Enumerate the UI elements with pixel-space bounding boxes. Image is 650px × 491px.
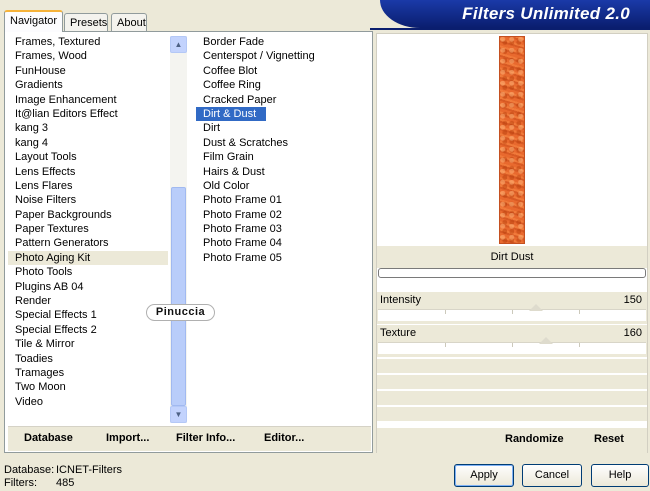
preview-area: [377, 34, 647, 246]
category-item[interactable]: Special Effects 2: [8, 323, 168, 337]
category-item[interactable]: Photo Tools: [8, 265, 168, 279]
scroll-up-button[interactable]: ▲: [170, 36, 187, 53]
preview-filter-name: Dirt Dust: [377, 246, 647, 268]
category-item[interactable]: Image Enhancement: [8, 93, 168, 107]
database-label: Database:: [4, 464, 55, 476]
randomize-button[interactable]: Randomize: [505, 433, 564, 445]
filter-item[interactable]: Photo Frame 03: [196, 222, 366, 236]
category-scrollbar[interactable]: ▲ ▼: [170, 36, 187, 423]
category-item[interactable]: Special Effects 1: [8, 308, 168, 322]
category-item[interactable]: Pattern Generators: [8, 236, 168, 250]
tab-navigator[interactable]: Navigator: [4, 10, 63, 32]
filter-info-button[interactable]: Filter Info...: [176, 432, 235, 444]
category-item[interactable]: Noise Filters: [8, 193, 168, 207]
filters-label: Filters:: [4, 477, 37, 489]
filter-item[interactable]: Photo Frame 01: [196, 193, 366, 207]
status-filters: Filters: 485: [4, 477, 74, 489]
database-button[interactable]: Database: [24, 432, 73, 444]
filter-item[interactable]: Dirt: [196, 121, 366, 135]
category-item[interactable]: Render: [8, 294, 168, 308]
category-list[interactable]: Frames, Textured Frames, Wood FunHouse Grad…: [8, 35, 168, 415]
filter-item[interactable]: Cracked Paper: [196, 93, 366, 107]
empty-param-row: [377, 407, 647, 422]
filter-item[interactable]: Centerspot / Vignetting: [196, 49, 366, 63]
intensity-slider[interactable]: [378, 304, 646, 321]
category-item[interactable]: Tile & Mirror: [8, 337, 168, 351]
scroll-thumb[interactable]: [171, 187, 186, 406]
filter-item[interactable]: Dirt & Dust: [196, 106, 266, 122]
category-item[interactable]: kang 3: [8, 121, 168, 135]
watermark-badge: Pinuccia: [146, 304, 215, 321]
category-item[interactable]: It@lian Editors Effect: [8, 107, 168, 121]
category-item[interactable]: kang 4: [8, 136, 168, 150]
app-banner: Filters Unlimited 2.0: [380, 0, 650, 28]
filter-item[interactable]: Photo Frame 04: [196, 236, 366, 250]
texture-slider-thumb[interactable]: [539, 337, 554, 344]
scroll-down-button[interactable]: ▼: [170, 406, 187, 423]
tab-presets[interactable]: Presets: [64, 13, 108, 31]
filter-item[interactable]: Film Grain: [196, 150, 366, 164]
help-button[interactable]: Help: [591, 464, 649, 487]
texture-value: 160: [623, 327, 642, 339]
filters-count: 485: [56, 477, 75, 489]
intensity-control: Intensity 150: [377, 292, 647, 324]
category-item[interactable]: Photo Aging Kit: [8, 250, 168, 266]
editor-button[interactable]: Editor...: [264, 432, 304, 444]
status-database: Database: ICNET-Filters: [4, 464, 122, 476]
category-item[interactable]: Toadies: [8, 352, 168, 366]
reset-button[interactable]: Reset: [594, 433, 624, 445]
filter-item[interactable]: Coffee Ring: [196, 78, 366, 92]
preview-image: [499, 36, 525, 244]
filter-item[interactable]: Border Fade: [196, 35, 366, 49]
category-item[interactable]: Paper Backgrounds: [8, 208, 168, 222]
tab-about[interactable]: About: [111, 13, 147, 31]
category-item[interactable]: Tramages: [8, 366, 168, 380]
filter-item[interactable]: Photo Frame 05: [196, 251, 366, 265]
category-item[interactable]: Two Moon: [8, 380, 168, 394]
intensity-value: 150: [623, 294, 642, 306]
intensity-label: Intensity: [380, 294, 421, 306]
category-item[interactable]: Plugins AB 04: [8, 280, 168, 294]
filter-item[interactable]: Old Color: [196, 179, 366, 193]
filter-item[interactable]: Dust & Scratches: [196, 136, 366, 150]
category-item[interactable]: Gradients: [8, 78, 168, 92]
empty-param-row: [377, 375, 647, 390]
category-item[interactable]: Frames, Wood: [8, 49, 168, 63]
progress-bar: [378, 268, 646, 278]
texture-label: Texture: [380, 327, 417, 339]
panel-buttons: Randomize Reset: [377, 428, 647, 453]
cancel-button[interactable]: Cancel: [522, 464, 582, 487]
filter-panel: Dirt Dust Intensity 150 Texture 160 Rand…: [376, 33, 648, 453]
category-item[interactable]: Layout Tools: [8, 150, 168, 164]
filter-item[interactable]: Photo Frame 02: [196, 208, 366, 222]
apply-button[interactable]: Apply: [454, 464, 514, 487]
import-button[interactable]: Import...: [106, 432, 149, 444]
texture-slider[interactable]: [378, 337, 646, 354]
category-item[interactable]: FunHouse: [8, 64, 168, 78]
empty-param-row: [377, 359, 647, 374]
filter-item[interactable]: Hairs & Dust: [196, 165, 366, 179]
texture-control: Texture 160: [377, 325, 647, 357]
category-item[interactable]: Video: [8, 395, 168, 409]
category-item[interactable]: Lens Effects: [8, 165, 168, 179]
filter-item[interactable]: Coffee Blot: [196, 64, 366, 78]
category-item[interactable]: Frames, Textured: [8, 35, 168, 49]
category-item[interactable]: Lens Flares: [8, 179, 168, 193]
empty-param-row: [377, 391, 647, 406]
intensity-slider-thumb[interactable]: [528, 304, 543, 311]
filter-list[interactable]: Border Fade Centerspot / Vignetting Coffee…: [196, 35, 366, 275]
banner-underline: [370, 28, 650, 30]
navigator-toolbar: Database Import... Filter Info... Editor…: [8, 426, 371, 451]
database-value: ICNET-Filters: [56, 464, 122, 476]
category-item[interactable]: Paper Textures: [8, 222, 168, 236]
